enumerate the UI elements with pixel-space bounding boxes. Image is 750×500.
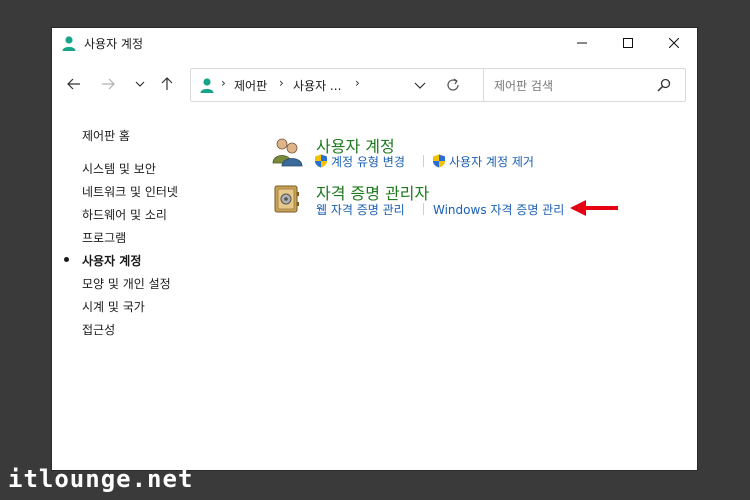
maximize-icon bbox=[623, 38, 633, 48]
link-divider bbox=[423, 155, 424, 167]
users-icon[interactable] bbox=[271, 135, 303, 167]
breadcrumb-separator: › bbox=[221, 76, 226, 90]
link-remove-user-accounts[interactable]: 사용자 계정 제거 bbox=[449, 153, 534, 170]
link-divider bbox=[423, 203, 424, 215]
arrow-left-icon bbox=[67, 78, 80, 90]
link-change-account-type[interactable]: 계정 유형 변경 bbox=[331, 153, 405, 170]
search-box[interactable]: 제어판 검색 bbox=[483, 68, 686, 102]
search-icon[interactable] bbox=[657, 78, 671, 92]
credential-vault-icon[interactable] bbox=[271, 183, 303, 215]
user-accounts-app-icon bbox=[62, 36, 76, 51]
sidebar-item-appearance[interactable]: 모양 및 개인 설정 bbox=[82, 275, 171, 292]
sidebar-item-network-internet[interactable]: 네트워크 및 인터넷 bbox=[82, 183, 178, 200]
sidebar-item-user-accounts[interactable]: 사용자 계정 bbox=[82, 252, 141, 269]
search-placeholder: 제어판 검색 bbox=[494, 79, 554, 93]
navigation-bar: › 제어판 › 사용자 ... › 제어판 검색 bbox=[52, 66, 697, 102]
address-bar[interactable]: › 제어판 › 사용자 ... › bbox=[190, 68, 523, 102]
breadcrumb-separator: › bbox=[279, 76, 284, 90]
back-button[interactable] bbox=[62, 72, 86, 96]
minimize-button[interactable] bbox=[559, 28, 605, 58]
window-title: 사용자 계정 bbox=[84, 37, 144, 51]
sidebar-item-clock-region[interactable]: 시계 및 국가 bbox=[82, 298, 145, 315]
control-panel-window: 사용자 계정 › 제어판 › 사용자 ... › 제어판 검색 제어판 홈 시스… bbox=[52, 28, 697, 470]
uac-shield-icon bbox=[433, 154, 445, 168]
link-manage-web-credentials[interactable]: 웹 자격 증명 관리 bbox=[316, 201, 405, 218]
sidebar-item-hardware-sound[interactable]: 하드웨어 및 소리 bbox=[82, 206, 167, 223]
refresh-icon[interactable] bbox=[445, 77, 461, 93]
close-button[interactable] bbox=[651, 28, 697, 58]
maximize-button[interactable] bbox=[605, 28, 651, 58]
close-icon bbox=[669, 38, 679, 48]
sidebar-home-link[interactable]: 제어판 홈 bbox=[82, 127, 130, 144]
sidebar-item-programs[interactable]: 프로그램 bbox=[82, 229, 126, 246]
chevron-down-icon[interactable] bbox=[412, 77, 428, 93]
user-accounts-location-icon bbox=[200, 78, 214, 93]
title-bar[interactable]: 사용자 계정 bbox=[52, 28, 697, 58]
recent-locations-button[interactable] bbox=[128, 72, 152, 96]
up-button[interactable] bbox=[155, 72, 179, 96]
chevron-down-icon bbox=[135, 81, 145, 87]
link-manage-windows-credentials[interactable]: Windows 자격 증명 관리 bbox=[433, 201, 564, 218]
uac-shield-icon bbox=[315, 154, 327, 168]
sidebar-item-accessibility[interactable]: 접근성 bbox=[82, 321, 115, 338]
breadcrumb-control-panel[interactable]: 제어판 bbox=[234, 77, 267, 94]
arrow-right-icon bbox=[102, 78, 115, 90]
arrow-up-icon bbox=[161, 77, 173, 90]
breadcrumb-separator: › bbox=[355, 76, 360, 90]
watermark-text: itlounge.net bbox=[8, 465, 194, 493]
red-arrow-annotation-icon bbox=[570, 200, 618, 216]
breadcrumb-user-accounts[interactable]: 사용자 ... bbox=[293, 77, 341, 94]
sidebar-item-system-security[interactable]: 시스템 및 보안 bbox=[82, 160, 156, 177]
minimize-icon bbox=[577, 42, 587, 44]
forward-button[interactable] bbox=[96, 72, 120, 96]
active-bullet bbox=[64, 257, 69, 262]
